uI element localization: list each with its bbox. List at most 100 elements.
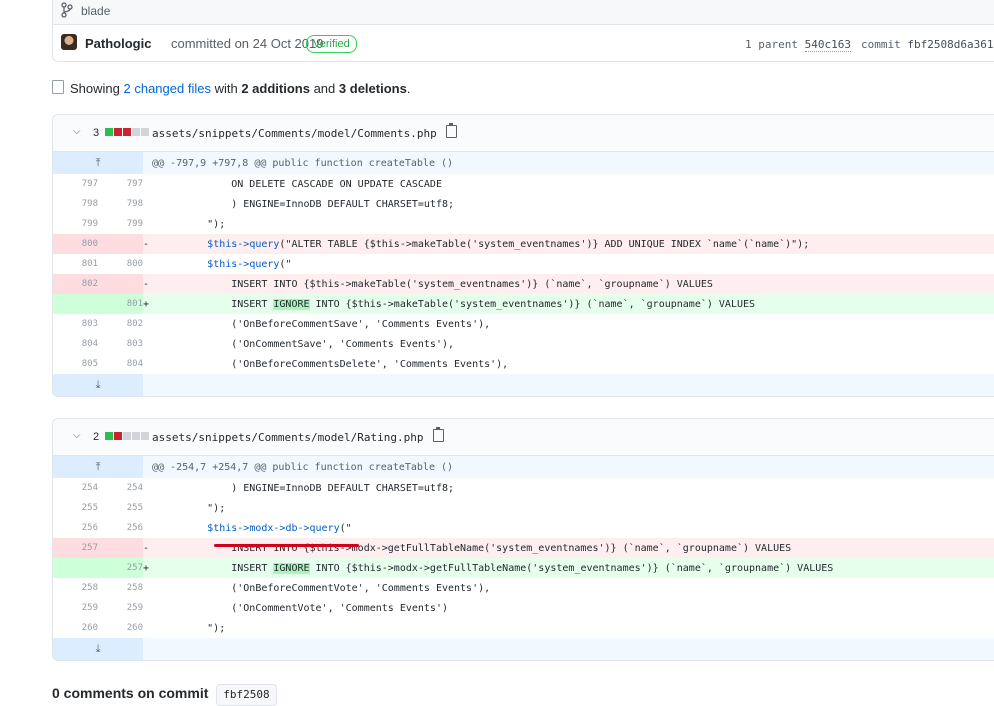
code-line: $this->query(" bbox=[207, 258, 292, 270]
old-line-number[interactable]: 259 bbox=[53, 598, 98, 618]
comments-heading: 0 comments on commit fbf2508 bbox=[52, 684, 277, 706]
new-line-number[interactable]: 259 bbox=[98, 598, 143, 618]
new-line-number[interactable]: 802 bbox=[98, 314, 143, 334]
new-line-number[interactable] bbox=[98, 538, 143, 558]
diffstat-block bbox=[141, 128, 149, 136]
avatar[interactable] bbox=[61, 34, 77, 50]
new-line-number[interactable]: 255 bbox=[98, 498, 143, 518]
git-branch-icon bbox=[61, 2, 75, 18]
file-header: ⌵ 3 assets/snippets/Comments/model/Comment… bbox=[53, 115, 994, 152]
commit-header: blade Pathologic committed on 24 Oct 201… bbox=[52, 0, 994, 62]
diff-sign bbox=[143, 518, 159, 538]
code-line: INSERT IGNORE INTO {$this->modx->getFull… bbox=[159, 558, 994, 578]
new-line-number[interactable]: 799 bbox=[98, 214, 143, 234]
code-line: $this->query("ALTER TABLE {$this->makeTa… bbox=[159, 234, 994, 254]
clipboard-icon[interactable] bbox=[432, 427, 444, 442]
file-change-count: 3 bbox=[93, 127, 100, 139]
diffstat-block bbox=[132, 432, 140, 440]
code-line: INSERT INTO {$this->makeTable('system_ev… bbox=[159, 274, 994, 294]
old-line-number[interactable]: 803 bbox=[53, 314, 98, 334]
new-line-number[interactable]: 256 bbox=[98, 518, 143, 538]
diff-line: 800 - $this->query("ALTER TABLE {$this->… bbox=[53, 234, 994, 254]
diff-sign: - bbox=[143, 234, 159, 254]
old-line-number[interactable] bbox=[53, 294, 98, 314]
old-line-number[interactable]: 257 bbox=[53, 538, 98, 558]
old-line-number[interactable]: 258 bbox=[53, 578, 98, 598]
diff-sign bbox=[143, 174, 159, 194]
new-line-number[interactable]: 258 bbox=[98, 578, 143, 598]
verified-badge[interactable]: Verified bbox=[306, 35, 357, 53]
parent-label: 1 parent bbox=[745, 38, 798, 51]
old-line-number[interactable]: 798 bbox=[53, 194, 98, 214]
new-line-number[interactable]: 800 bbox=[98, 254, 143, 274]
diff-sign: + bbox=[143, 294, 159, 314]
author-link[interactable]: Pathologic bbox=[85, 36, 151, 51]
new-line-number[interactable]: 801 bbox=[98, 294, 143, 314]
hunk-text: @@ -254,7 +254,7 @@ public function crea… bbox=[143, 456, 994, 478]
diff-sign: - bbox=[143, 538, 159, 558]
old-line-number[interactable]: 805 bbox=[53, 354, 98, 374]
chevron-down-icon[interactable]: ⌵ bbox=[73, 430, 81, 441]
branch-link[interactable]: blade bbox=[81, 4, 110, 18]
new-line-number[interactable]: 257 bbox=[98, 558, 143, 578]
new-line-number[interactable]: 797 bbox=[98, 174, 143, 194]
old-line-number[interactable]: 799 bbox=[53, 214, 98, 234]
diff-line: 798 798 ) ENGINE=InnoDB DEFAULT CHARSET=… bbox=[53, 194, 994, 214]
parent-sha-link[interactable]: 540c163 bbox=[804, 38, 851, 52]
diffstat-block bbox=[132, 128, 140, 136]
diffstat-block bbox=[105, 432, 113, 440]
diff-sign bbox=[143, 314, 159, 334]
code-line: ) ENGINE=InnoDB DEFAULT CHARSET=utf8; bbox=[159, 482, 455, 494]
code-line: "); bbox=[159, 502, 226, 514]
old-line-number[interactable] bbox=[53, 558, 98, 578]
code-line: $this->modx->db->query(" bbox=[207, 522, 352, 534]
diff-sign bbox=[143, 598, 159, 618]
annotation-underline bbox=[214, 544, 359, 547]
diff-sign bbox=[143, 498, 159, 518]
committed-date: committed on 24 Oct 2019 bbox=[171, 36, 324, 51]
hunk-footer: ⤓ bbox=[53, 374, 994, 396]
expand-down-icon[interactable]: ⤓ bbox=[53, 638, 143, 660]
old-line-number[interactable]: 802 bbox=[53, 274, 98, 294]
old-line-number[interactable]: 260 bbox=[53, 618, 98, 638]
new-line-number[interactable]: 254 bbox=[98, 478, 143, 498]
expand-up-icon[interactable]: ⤒ bbox=[53, 456, 143, 478]
diffstat-block bbox=[114, 128, 122, 136]
file-name-link[interactable]: assets/snippets/Comments/model/Rating.ph… bbox=[152, 431, 424, 444]
old-line-number[interactable]: 797 bbox=[53, 174, 98, 194]
new-line-number[interactable]: 260 bbox=[98, 618, 143, 638]
old-line-number[interactable]: 800 bbox=[53, 234, 98, 254]
new-line-number[interactable]: 804 bbox=[98, 354, 143, 374]
new-line-number[interactable]: 803 bbox=[98, 334, 143, 354]
old-line-number[interactable]: 255 bbox=[53, 498, 98, 518]
diff-summary: Showing 2 changed files with 2 additions… bbox=[52, 80, 410, 96]
file-diff: ⌵ 3 assets/snippets/Comments/model/Comment… bbox=[52, 114, 994, 397]
comments-sha[interactable]: fbf2508 bbox=[216, 684, 277, 706]
diff-line: 257 + INSERT IGNORE INTO {$this->modx->g… bbox=[53, 558, 994, 578]
code-line: INSERT IGNORE INTO {$this->makeTable('sy… bbox=[159, 294, 994, 314]
new-line-number[interactable] bbox=[98, 274, 143, 294]
file-name-link[interactable]: assets/snippets/Comments/model/Comments.… bbox=[152, 127, 437, 140]
diff-sign: - bbox=[143, 274, 159, 294]
expand-up-icon[interactable]: ⤒ bbox=[53, 152, 143, 174]
diff-sign bbox=[143, 578, 159, 598]
commit-meta: Pathologic committed on 24 Oct 2019 Veri… bbox=[53, 25, 994, 61]
clipboard-icon[interactable] bbox=[445, 123, 457, 138]
expand-down-icon[interactable]: ⤓ bbox=[53, 374, 143, 396]
diff-line: 802 - INSERT INTO {$this->makeTable('sys… bbox=[53, 274, 994, 294]
old-line-number[interactable]: 804 bbox=[53, 334, 98, 354]
chevron-down-icon[interactable]: ⌵ bbox=[73, 126, 81, 137]
new-line-number[interactable] bbox=[98, 234, 143, 254]
old-line-number[interactable]: 254 bbox=[53, 478, 98, 498]
diff-line: 254 254 ) ENGINE=InnoDB DEFAULT CHARSET=… bbox=[53, 478, 994, 498]
old-line-number[interactable]: 256 bbox=[53, 518, 98, 538]
new-line-number[interactable]: 798 bbox=[98, 194, 143, 214]
changed-files-link[interactable]: 2 changed files bbox=[124, 81, 211, 96]
file-diff-icon bbox=[52, 80, 64, 94]
diff-sign bbox=[143, 214, 159, 234]
comments-label: 0 comments on commit bbox=[52, 685, 209, 701]
diff-line: 799 799 "); bbox=[53, 214, 994, 234]
hunk-header: ⤒ @@ -254,7 +254,7 @@ public function cr… bbox=[53, 456, 994, 478]
old-line-number[interactable]: 801 bbox=[53, 254, 98, 274]
diffstat bbox=[105, 128, 149, 136]
